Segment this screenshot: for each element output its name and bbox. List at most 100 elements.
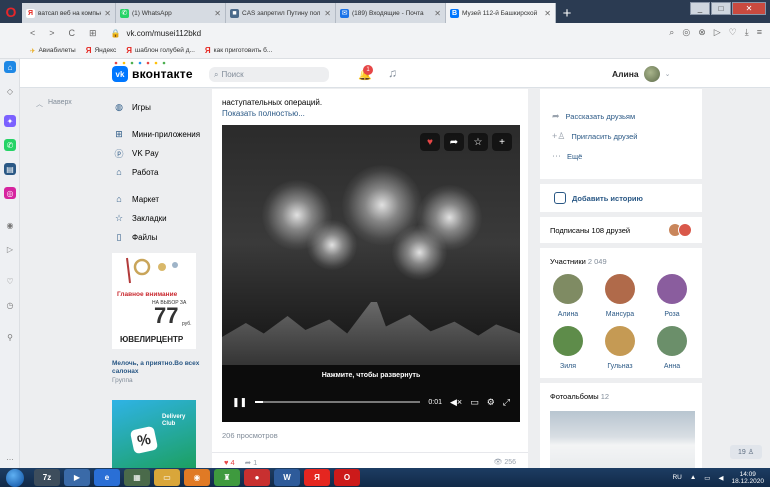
opera-menu-icon[interactable]: O [0,0,22,23]
music-icon[interactable]: ♫ [388,66,397,80]
tray-up-icon[interactable]: ▲ [690,474,696,481]
vpn-icon[interactable]: ⊗ [698,27,706,38]
tab-3[interactable]: ■ CAS запретил Путину пол ✕ [226,3,336,23]
share-icon[interactable]: ➦ [444,133,464,151]
nav-item-market[interactable]: ⌂ Маркет [112,191,228,207]
whatsapp-icon[interactable]: ✆ [4,139,16,151]
video-player[interactable]: ♥ ➦ ☆ + Нажмите, чтобы развернуть ❚❚ 0:0… [222,125,520,422]
close-icon[interactable]: ✕ [324,9,331,18]
vk-sidebar-icon[interactable]: ▤ [4,163,16,175]
close-icon[interactable]: ✕ [544,9,551,18]
ad-jewelry[interactable]: Главное внимание НА ВЫБОР ЗА 77 руб. ЮВЕ… [112,253,196,349]
camera-icon[interactable]: ◎ [682,27,690,38]
taskbar-ie-icon[interactable]: e [94,469,120,486]
bookmark-4[interactable]: Якак приготовить б... [205,46,272,55]
bookmark-1[interactable]: ✈ Авиабилеты [30,47,76,55]
instagram-icon[interactable]: ◎ [4,187,16,199]
close-window-button[interactable]: ✕ [732,2,766,15]
share-button[interactable]: ➦ 1 [245,458,258,467]
member[interactable]: Роза [652,274,692,318]
pause-icon[interactable]: ❚❚ [232,397,247,408]
tab-5-active[interactable]: В Музей 112-й Башкирской ✕ [446,3,556,23]
pin-icon[interactable]: ⚲ [4,331,16,343]
miniplayer-icon[interactable]: ▭ [470,397,479,408]
tab-2[interactable]: ✆ (1) WhatsApp ✕ [116,3,226,23]
taskbar-opera-icon[interactable]: O [334,469,360,486]
nav-item-bookmarks[interactable]: ☆ Закладки [112,210,228,226]
user-menu[interactable]: Алина ⌄ [612,66,671,82]
volume-icon[interactable]: ◀× [450,397,462,408]
add-icon[interactable]: + [492,133,512,151]
member[interactable]: Анна [652,326,692,370]
messenger-icon[interactable]: ✦ [4,115,16,127]
home-icon[interactable]: ⌂ [4,61,16,73]
taskbar-app-icon[interactable]: ● [244,469,270,486]
invite-friends-link[interactable]: +♙ Пригласить друзей [552,131,638,142]
like-icon[interactable]: ♥ [420,133,440,151]
taskbar-app-icon[interactable]: ♜ [214,469,240,486]
tab-4[interactable]: ✉ (189) Входящие - Почта ✕ [336,3,446,23]
minimize-button[interactable]: _ [690,2,710,15]
heart-icon[interactable]: ♡ [4,275,16,287]
favorite-icon[interactable]: ☆ [468,133,488,151]
flow-icon[interactable]: ◉ [4,219,16,231]
start-button[interactable] [6,468,24,487]
forward-icon[interactable]: > [49,28,54,38]
member[interactable]: Гульназ [600,326,640,370]
notifications-bell[interactable]: 🔔 1 [358,65,374,81]
add-story-block[interactable]: Добавить историю [540,184,702,212]
close-icon[interactable]: ✕ [214,9,221,18]
expand-hint[interactable]: Нажмите, чтобы развернуть [222,372,520,379]
vk-logo[interactable]: vk вконтакте [112,66,193,82]
ad-text[interactable]: Мелочь, а приятно.Во всех салонах [112,360,202,376]
taskbar-calc-icon[interactable]: ▦ [124,469,150,486]
share-friends-link[interactable]: ➦ Рассказать друзьям [552,111,635,122]
more-icon[interactable]: … [4,451,16,463]
nav-item-games[interactable]: ◍ Игры [112,99,228,115]
download-icon[interactable]: ⤓ [745,27,749,38]
menu-icon[interactable]: ≡ [757,27,762,38]
members-header[interactable]: Участники 2 049 [550,257,607,266]
member[interactable]: Зиля [548,326,588,370]
language-indicator[interactable]: RU [672,474,681,481]
albums-header[interactable]: Фотоальбомы 12 [550,392,609,401]
taskbar-7zip-icon[interactable]: 7z [34,469,60,486]
speed-dial-icon[interactable]: ⊞ [89,28,97,39]
back-icon[interactable]: < [30,28,35,38]
taskbar-folder-icon[interactable]: ▭ [154,469,180,486]
like-button[interactable]: ♥ 4 [224,458,235,467]
history-icon[interactable]: ◷ [4,299,16,311]
album-cover[interactable] [550,411,695,468]
fullscreen-icon[interactable]: ⤢ [503,397,510,408]
player-icon[interactable]: ▷ [4,243,16,255]
back-to-top-link[interactable]: ︿ Наверх [36,99,72,109]
taskbar-yandex-icon[interactable]: Я [304,469,330,486]
new-tab-button[interactable]: + [556,3,578,23]
close-icon[interactable]: ✕ [434,9,441,18]
play-icon[interactable]: ▷ [714,27,721,38]
clock[interactable]: 14:09 18.12.2020 [731,471,764,485]
bookmark-3[interactable]: Яшаблон голубей д... [126,46,195,55]
nav-item-work[interactable]: ⌂ Работа [112,164,228,180]
network-icon[interactable]: ▭ [704,474,710,482]
url-field[interactable]: vk.com/musei112bkd [127,29,202,38]
speed-dial-icon[interactable]: ◇ [4,85,16,97]
progress-bar[interactable] [255,401,421,403]
taskbar-word-icon[interactable]: W [274,469,300,486]
more-link[interactable]: ⋯ Ещё [552,151,582,162]
nav-item-files[interactable]: ▯ Файлы [112,229,228,245]
heart-icon[interactable]: ♡ [729,27,737,38]
search-icon[interactable]: ⌕ [669,27,674,38]
show-more-link[interactable]: Показать полностью... [222,109,305,118]
maximize-button[interactable]: □ [711,2,731,15]
close-icon[interactable]: ✕ [104,9,111,18]
friends-subscribed[interactable]: Подписаны 108 друзей [540,217,702,243]
nav-item-vk-pay[interactable]: ⓟ VK Pay [112,145,228,161]
bookmark-2[interactable]: Я Яндекс [86,46,117,55]
ad-delivery-club[interactable]: Delivery Club % [112,400,196,468]
settings-icon[interactable]: ⚙ [487,397,495,408]
member[interactable]: Алина [548,274,588,318]
reload-icon[interactable]: C [69,28,76,38]
online-counter[interactable]: 19 ♙ [730,445,762,459]
tab-1[interactable]: Я ватсап веб на компьютер ✕ [22,3,116,23]
